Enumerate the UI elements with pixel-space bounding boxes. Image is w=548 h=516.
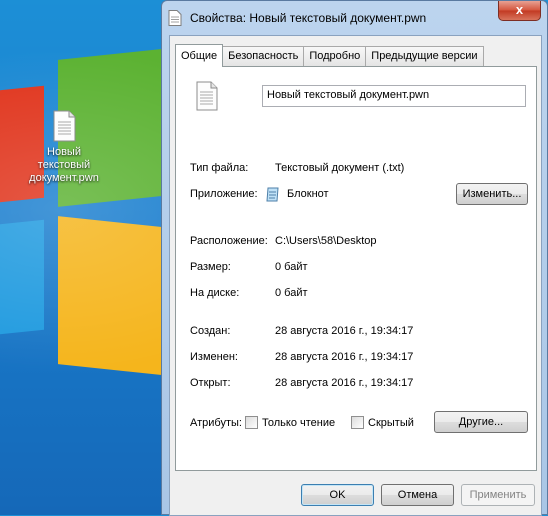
- close-button[interactable]: x: [498, 1, 541, 21]
- ok-button[interactable]: OK: [301, 484, 374, 506]
- text-document-icon: [194, 81, 220, 114]
- hidden-checkbox[interactable]: [351, 416, 364, 429]
- application-value: Блокнот: [287, 188, 329, 200]
- accessed-value: 28 августа 2016 г., 19:34:17: [275, 377, 414, 389]
- created-label: Создан:: [190, 325, 231, 337]
- tab-previous-versions[interactable]: Предыдущие версии: [365, 46, 484, 66]
- divider: [190, 121, 526, 122]
- notepad-icon: [265, 186, 281, 205]
- divider: [190, 401, 526, 402]
- title-bar[interactable]: Свойства: Новый текстовый документ.pwn x: [162, 1, 547, 35]
- dialog-body: Общие Безопасность Подробно Предыдущие в…: [169, 35, 542, 516]
- window-title: Свойства: Новый текстовый документ.pwn: [190, 11, 427, 25]
- application-label: Приложение:: [190, 188, 258, 200]
- divider: [190, 311, 526, 312]
- file-type-value: Текстовый документ (.txt): [275, 162, 405, 174]
- file-name-field[interactable]: Новый текстовый документ.pwn: [262, 85, 526, 107]
- size-on-disk-value: 0 байт: [275, 287, 308, 299]
- size-on-disk-label: На диске:: [190, 287, 240, 299]
- readonly-label[interactable]: Только чтение: [262, 417, 335, 429]
- divider: [190, 213, 526, 214]
- text-document-icon: [50, 110, 78, 142]
- modified-label: Изменен:: [190, 351, 238, 363]
- tab-security[interactable]: Безопасность: [222, 46, 305, 66]
- location-label: Расположение:: [190, 235, 268, 247]
- apply-button[interactable]: Применить: [461, 484, 535, 506]
- size-value: 0 байт: [275, 261, 308, 273]
- tab-general[interactable]: Общие: [175, 44, 224, 67]
- file-type-label: Тип файла:: [190, 162, 249, 174]
- size-label: Размер:: [190, 261, 231, 273]
- readonly-checkbox[interactable]: [245, 416, 258, 429]
- advanced-attributes-button[interactable]: Другие...: [434, 411, 528, 433]
- text-document-icon: [168, 10, 182, 29]
- attributes-label: Атрибуты:: [190, 417, 242, 429]
- modified-value: 28 августа 2016 г., 19:34:17: [275, 351, 414, 363]
- desktop-file-shortcut[interactable]: Новый текстовый документ.pwn: [22, 110, 106, 185]
- tab-strip: Общие Безопасность Подробно Предыдущие в…: [175, 44, 484, 67]
- general-tab-panel: Новый текстовый документ.pwn Тип файла: …: [175, 66, 537, 471]
- tab-details[interactable]: Подробно: [303, 46, 367, 66]
- desktop-file-label: Новый текстовый документ.pwn: [29, 146, 99, 184]
- change-app-button[interactable]: Изменить...: [456, 183, 528, 205]
- properties-window: Свойства: Новый текстовый документ.pwn x…: [161, 0, 548, 516]
- close-icon: x: [515, 2, 524, 17]
- hidden-label[interactable]: Скрытый: [368, 417, 414, 429]
- cancel-button[interactable]: Отмена: [381, 484, 454, 506]
- location-value: C:\Users\58\Desktop: [275, 235, 377, 247]
- accessed-label: Открыт:: [190, 377, 231, 389]
- created-value: 28 августа 2016 г., 19:34:17: [275, 325, 414, 337]
